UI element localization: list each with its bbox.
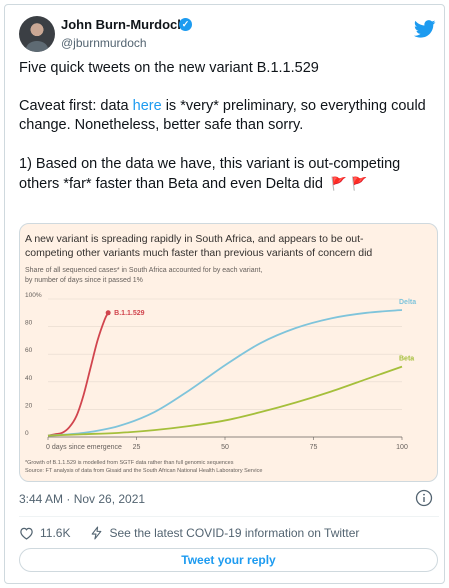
chart-title-line1: A new variant is spreading rapidly in So… bbox=[25, 233, 364, 245]
y-tick-label: 80 bbox=[25, 320, 33, 327]
tweet-actions: 11.6K See the latest COVID-19 informatio… bbox=[19, 523, 359, 543]
series-endpoint-b-1-1-529 bbox=[105, 310, 111, 316]
verified-badge-icon: ✓ bbox=[179, 18, 192, 31]
divider bbox=[19, 516, 439, 517]
like-count[interactable]: 11.6K bbox=[40, 526, 70, 540]
variant-share-chart: A new variant is spreading rapidly in So… bbox=[25, 233, 416, 474]
series-label-delta: Delta bbox=[399, 299, 416, 306]
chart-image[interactable]: A new variant is spreading rapidly in So… bbox=[19, 223, 438, 482]
x-tick-label: 50 bbox=[221, 444, 229, 451]
chart-title-line2: competing other variants much faster tha… bbox=[25, 247, 372, 259]
covid-info-link[interactable]: See the latest COVID-19 information on T… bbox=[109, 526, 359, 540]
series-label-beta: Beta bbox=[399, 356, 414, 363]
timestamp[interactable]: 3:44 AM · Nov 26, 2021 bbox=[19, 492, 145, 506]
x-tick-label: 0 days since emergence bbox=[46, 444, 122, 451]
author-handle[interactable]: @jburnmurdoch bbox=[61, 36, 147, 50]
twitter-bird-icon[interactable] bbox=[414, 20, 436, 38]
y-tick-label: 20 bbox=[25, 402, 33, 409]
info-icon[interactable] bbox=[415, 489, 433, 507]
author-name[interactable]: John Burn-Murdoch bbox=[61, 17, 185, 32]
chart-subtitle-line1: Share of all sequenced cases* in South A… bbox=[25, 267, 262, 274]
chart-footnote2: Source: FT analysis of data from Gisaid … bbox=[25, 468, 262, 474]
x-tick-label: 25 bbox=[133, 444, 141, 451]
series-label-b-1-1-529: B.1.1.529 bbox=[114, 310, 144, 317]
heart-icon[interactable] bbox=[19, 526, 34, 540]
y-tick-label: 40 bbox=[25, 375, 33, 382]
series-line-beta bbox=[47, 365, 403, 437]
y-tick-label: 100% bbox=[25, 292, 42, 299]
avatar[interactable] bbox=[19, 16, 55, 52]
y-tick-label: 0 bbox=[25, 430, 29, 437]
data-link[interactable]: here bbox=[133, 98, 162, 114]
x-tick-label: 100 bbox=[396, 444, 408, 451]
red-flag-icon: 🚩 bbox=[351, 176, 368, 191]
y-tick-label: 60 bbox=[25, 347, 33, 354]
tweet-text-line1: Five quick tweets on the new variant B.1… bbox=[19, 60, 319, 76]
chart-footnote1: *Growth of B.1.1.529 is modelled from SG… bbox=[25, 460, 234, 466]
red-flag-icon: 🚩 bbox=[330, 176, 348, 191]
x-tick-label: 75 bbox=[310, 444, 318, 451]
series-line-b-1-1-529 bbox=[47, 312, 109, 437]
tweet-text-point1: 1) Based on the data we have, this varia… bbox=[19, 156, 401, 192]
tweet-text-caveat: Caveat first: data here is *very* prelim… bbox=[19, 98, 426, 133]
tweet-reply-button[interactable]: Tweet your reply bbox=[19, 548, 438, 572]
chart-subtitle-line2: by number of days since it passed 1% bbox=[25, 277, 143, 284]
covid-info-icon bbox=[92, 526, 102, 540]
tweet-card: John Burn-Murdoch ✓ @jburnmurdoch Five q… bbox=[4, 4, 445, 584]
